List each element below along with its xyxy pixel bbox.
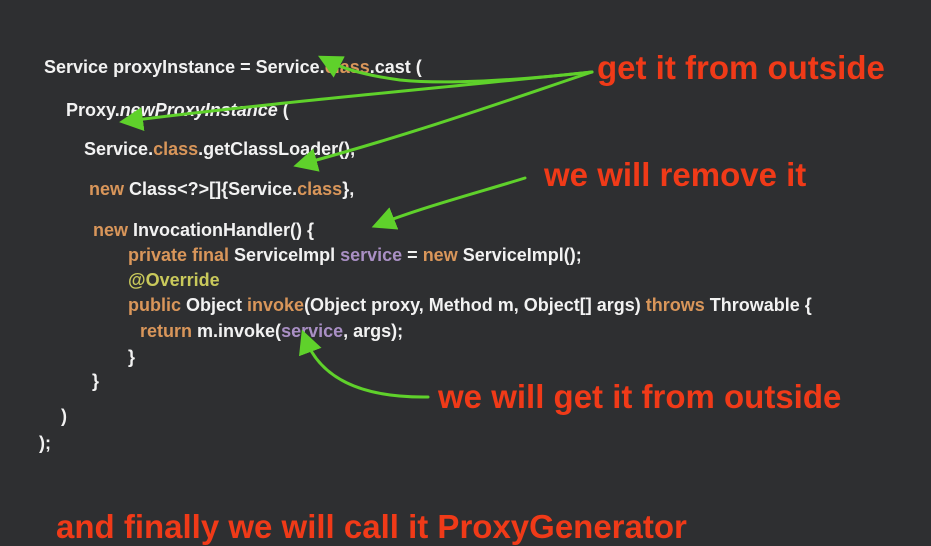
code-token: .cast ( bbox=[369, 57, 422, 77]
callout-we-will-remove-it: we will remove it bbox=[544, 156, 807, 193]
arrow-to-service-field bbox=[371, 176, 527, 230]
code-token: ); bbox=[39, 433, 52, 453]
code-token: , args); bbox=[343, 321, 404, 341]
code-token: = bbox=[402, 245, 423, 265]
code-keyword: return bbox=[140, 321, 193, 341]
code-token: ServiceImpl(); bbox=[457, 245, 582, 265]
code-line-13: ); bbox=[19, 410, 51, 476]
code-keyword: throws bbox=[645, 295, 705, 315]
code-keyword: new bbox=[422, 245, 458, 265]
code-keyword: class bbox=[297, 179, 343, 199]
code-token: } bbox=[92, 371, 100, 391]
slide: Service proxyInstance = Service.class.ca… bbox=[0, 0, 931, 546]
code-token: } bbox=[128, 347, 136, 367]
code-line-10: } bbox=[108, 324, 135, 390]
code-keyword: class bbox=[324, 57, 370, 77]
code-token: }, bbox=[342, 179, 355, 199]
code-variable: service bbox=[281, 321, 344, 341]
callout-get-it-from-outside: get it from outside bbox=[597, 49, 885, 86]
code-token: Class<?>[]{Service. bbox=[124, 179, 298, 199]
callout-we-will-get-it-from-outside: we will get it from outside bbox=[438, 378, 842, 415]
code-token: ServiceImpl bbox=[229, 245, 341, 265]
code-token: m.invoke( bbox=[192, 321, 282, 341]
code-token: ) bbox=[61, 406, 68, 426]
callout-proxy-generator: and finally we will call it ProxyGenerat… bbox=[56, 508, 687, 545]
code-line-9: return m.invoke(service, args); bbox=[120, 298, 403, 364]
code-line-11: } bbox=[72, 348, 99, 414]
code-token: Service proxyInstance = Service. bbox=[44, 57, 325, 77]
code-token: Throwable { bbox=[704, 295, 812, 315]
code-variable: service bbox=[340, 245, 403, 265]
code-keyword: new bbox=[89, 179, 125, 199]
